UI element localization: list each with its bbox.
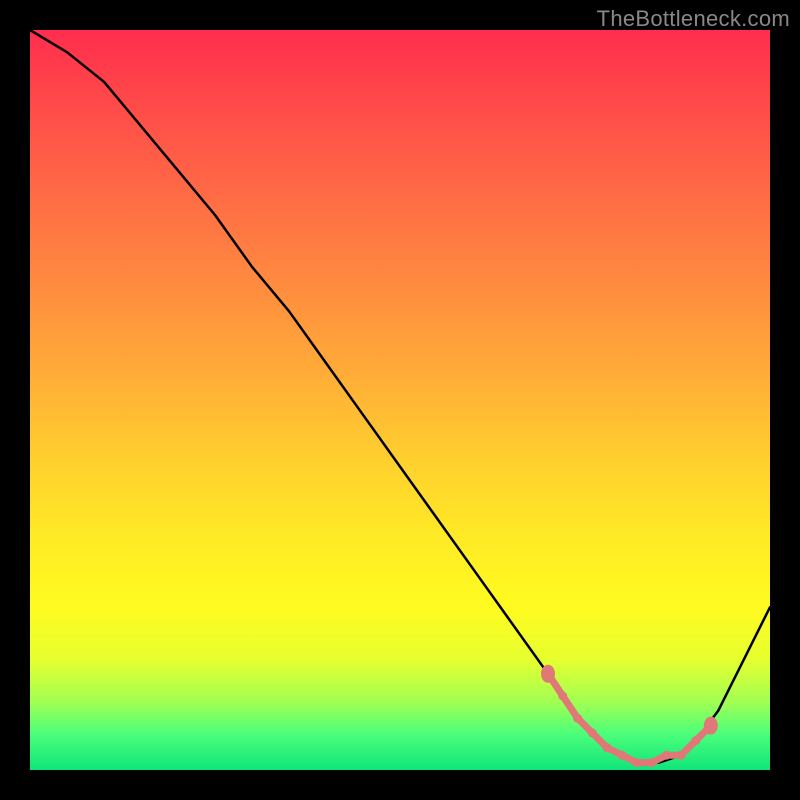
marker-group	[541, 665, 718, 767]
highlight-marker	[677, 751, 686, 760]
bottleneck-curve	[30, 30, 770, 763]
highlight-marker	[632, 758, 641, 767]
highlight-marker	[603, 743, 612, 752]
highlight-marker	[618, 751, 627, 760]
highlight-endcap	[541, 665, 555, 683]
curve-svg	[30, 30, 770, 770]
chart-frame: TheBottleneck.com	[0, 0, 800, 800]
highlight-marker	[588, 729, 597, 738]
plot-area	[30, 30, 770, 770]
watermark-text: TheBottleneck.com	[597, 6, 790, 32]
highlight-marker	[573, 714, 582, 723]
highlight-endcap	[704, 717, 718, 735]
highlight-marker	[647, 758, 656, 767]
highlight-marker	[558, 692, 567, 701]
highlight-marker	[692, 736, 701, 745]
highlight-marker	[662, 751, 671, 760]
